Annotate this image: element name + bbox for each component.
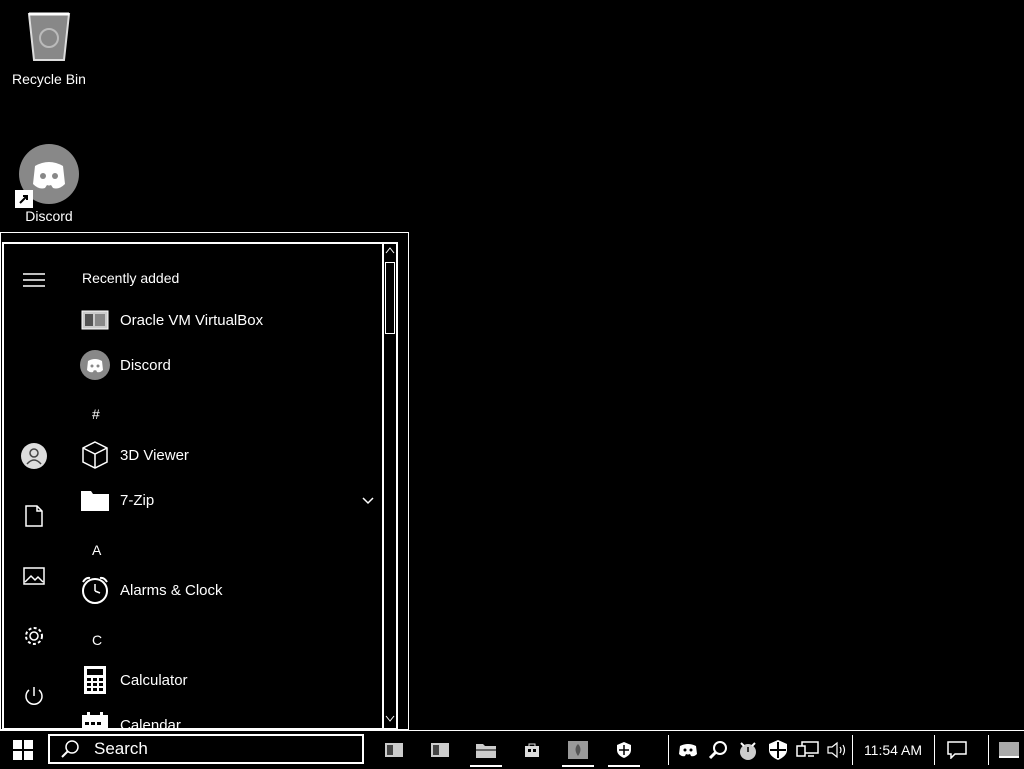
start-rail [4, 244, 66, 728]
desktop-icon-label: Recycle Bin [12, 71, 86, 87]
virtualbox-icon [80, 305, 110, 335]
calculator-icon [80, 665, 110, 695]
app-item-7zip[interactable]: 7-Zip [80, 480, 380, 520]
start-menu: Recently added Oracle VM VirtualBox Disc… [2, 242, 398, 730]
notification-icon [947, 741, 967, 759]
store-icon [525, 743, 539, 757]
group-header-a[interactable]: A [92, 542, 101, 558]
user-icon [21, 443, 47, 469]
app-item-label: Oracle VM VirtualBox [120, 311, 264, 329]
hamburger-icon [23, 273, 45, 287]
desktop-icon-label: Discord [25, 208, 73, 224]
taskbar-divider [934, 735, 935, 765]
app-list-scrollbar[interactable] [382, 244, 396, 728]
chevron-down-icon[interactable] [362, 492, 374, 510]
taskbar: 11:54 AM [0, 730, 1024, 769]
taskbar-app-store[interactable] [510, 731, 554, 769]
taskbar-app-image-viewer[interactable] [556, 731, 600, 769]
recycle-bin-icon [27, 12, 71, 61]
taskbar-divider [668, 735, 669, 765]
windows-logo-icon [13, 740, 33, 760]
taskbar-app-security[interactable] [602, 731, 646, 769]
document-icon [25, 505, 43, 527]
search-input[interactable] [94, 738, 346, 760]
tray-discord[interactable] [674, 731, 702, 769]
taskbar-app-file-explorer[interactable] [464, 731, 508, 769]
shortcut-arrow-icon [15, 190, 33, 208]
discord-icon [80, 350, 110, 380]
desktop-icon-discord[interactable]: Discord [4, 144, 94, 224]
settings-button[interactable] [14, 616, 54, 656]
app-item-3d-viewer[interactable]: 3D Viewer [80, 435, 380, 475]
taskbar-divider [988, 735, 989, 765]
app-item-label: Calculator [120, 671, 188, 689]
virtualbox-icon [385, 743, 403, 757]
taskbar-search-box[interactable] [48, 734, 364, 764]
image-app-icon [568, 741, 588, 759]
app-item-virtualbox[interactable]: Oracle VM VirtualBox [80, 300, 380, 340]
documents-button[interactable] [14, 496, 54, 536]
desktop-icon [999, 742, 1019, 758]
app-item-calculator[interactable]: Calculator [80, 660, 380, 700]
magnifier-icon [708, 741, 727, 760]
power-button[interactable] [14, 676, 54, 716]
settings-icon [25, 627, 43, 645]
pictures-icon [23, 567, 45, 585]
app-item-calendar[interactable]: Calendar [80, 705, 380, 728]
scroll-up-arrow-icon[interactable] [385, 246, 395, 257]
app-item-discord[interactable]: Discord [80, 345, 380, 385]
app-item-label: Calendar [120, 716, 181, 729]
pictures-button[interactable] [14, 556, 54, 596]
search-icon [60, 739, 80, 759]
app-item-label: 3D Viewer [120, 446, 189, 464]
virtualbox-icon [431, 743, 449, 757]
scroll-thumb[interactable] [385, 262, 395, 334]
power-icon [25, 687, 43, 705]
app-list: Recently added Oracle VM VirtualBox Disc… [66, 244, 380, 728]
app-item-label: 7-Zip [120, 491, 155, 509]
shield-icon [617, 742, 631, 758]
discord-icon [679, 744, 697, 757]
user-account-button[interactable] [14, 436, 54, 476]
tray-network[interactable] [794, 731, 822, 769]
tray-security[interactable] [764, 731, 792, 769]
network-icon [796, 741, 819, 757]
app-item-alarms-clock[interactable]: Alarms & Clock [80, 570, 380, 610]
show-desktop-button[interactable] [994, 731, 1024, 769]
scroll-down-arrow-icon[interactable] [385, 715, 395, 726]
group-header-hash[interactable]: # [92, 406, 100, 422]
alarm-clock-icon [80, 575, 110, 605]
speaker-icon [827, 741, 846, 759]
action-center-button[interactable] [940, 731, 974, 769]
taskbar-app-virtualbox-2[interactable] [418, 731, 462, 769]
tray-search[interactable] [704, 731, 732, 769]
shield-icon [769, 740, 787, 760]
taskbar-clock[interactable]: 11:54 AM [848, 731, 938, 769]
tray-timer[interactable] [734, 731, 762, 769]
folder-icon [476, 744, 496, 758]
recently-added-header: Recently added [82, 270, 180, 286]
folder-icon [80, 485, 110, 515]
group-header-c[interactable]: C [92, 632, 102, 648]
stopwatch-icon [740, 742, 756, 760]
cube-icon [80, 440, 110, 470]
app-item-label: Discord [120, 356, 171, 374]
hamburger-button[interactable] [14, 260, 54, 300]
start-button[interactable] [0, 731, 46, 769]
desktop-icon-recycle-bin[interactable]: Recycle Bin [4, 8, 94, 87]
calendar-icon [80, 710, 110, 728]
taskbar-app-virtualbox-1[interactable] [372, 731, 416, 769]
app-item-label: Alarms & Clock [120, 581, 223, 599]
